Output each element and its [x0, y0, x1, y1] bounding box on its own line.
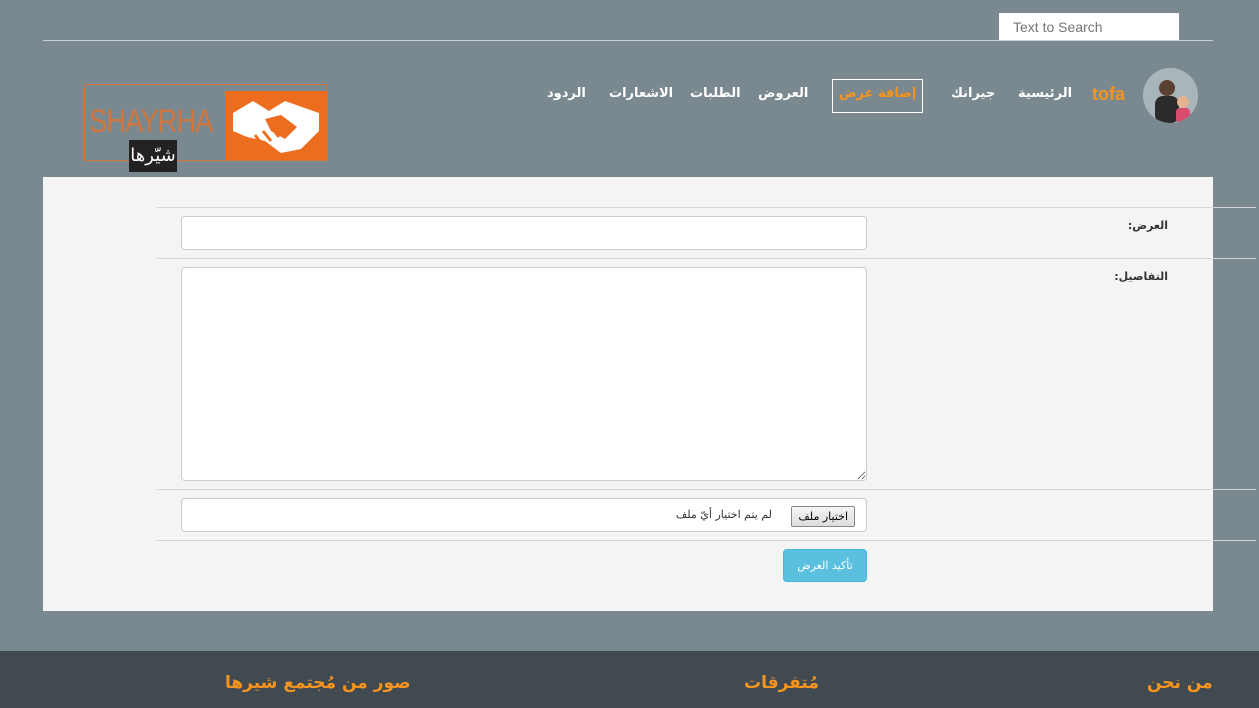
offer-label: العرض: — [1127, 219, 1168, 232]
search-input[interactable] — [999, 13, 1179, 40]
row-divider — [157, 207, 1256, 208]
details-label: التفاصيل: — [1114, 270, 1168, 283]
nav-replies[interactable]: الردود — [547, 86, 586, 106]
footer-photos-heading: صور من مُجتمع شيرها — [225, 673, 411, 693]
offer-input[interactable] — [181, 216, 867, 250]
nav-neighbors[interactable]: جيرانك — [951, 86, 995, 106]
details-textarea[interactable] — [181, 267, 867, 481]
site-logo[interactable]: SHAYRHA — [84, 84, 328, 161]
nav-notifications[interactable]: الاشعارات — [609, 86, 673, 106]
user-name[interactable]: tofa — [1092, 84, 1125, 105]
row-divider — [157, 489, 1256, 490]
choose-file-button[interactable]: اختيار ملف — [791, 506, 855, 527]
row-divider — [157, 258, 1256, 259]
header-divider — [43, 40, 1213, 41]
confirm-offer-button[interactable]: تأكيد العرض — [783, 549, 867, 582]
nav-offers[interactable]: العروض — [758, 86, 808, 106]
nav-home[interactable]: الرئيسية — [1018, 86, 1072, 106]
logo-arabic-text: شيّرها — [129, 140, 177, 172]
file-upload-field: اختيار ملف لم يتم اختيار أيّ ملف — [181, 498, 867, 532]
nav-requests[interactable]: الطلبات — [690, 86, 741, 106]
footer: صور من مُجتمع شيرها مُتفرقات من نحن — [0, 651, 1259, 708]
logo-text: SHAYRHA — [89, 103, 213, 139]
avatar[interactable] — [1143, 68, 1198, 123]
footer-misc-heading: مُتفرقات — [744, 673, 819, 693]
handshake-icon — [225, 91, 327, 160]
file-status-text: لم يتم اختيار أيّ ملف — [675, 508, 772, 521]
row-divider — [157, 540, 1256, 541]
nav-add-offer[interactable]: إضافة عرض — [832, 79, 924, 113]
footer-about-heading: من نحن — [1147, 673, 1213, 693]
